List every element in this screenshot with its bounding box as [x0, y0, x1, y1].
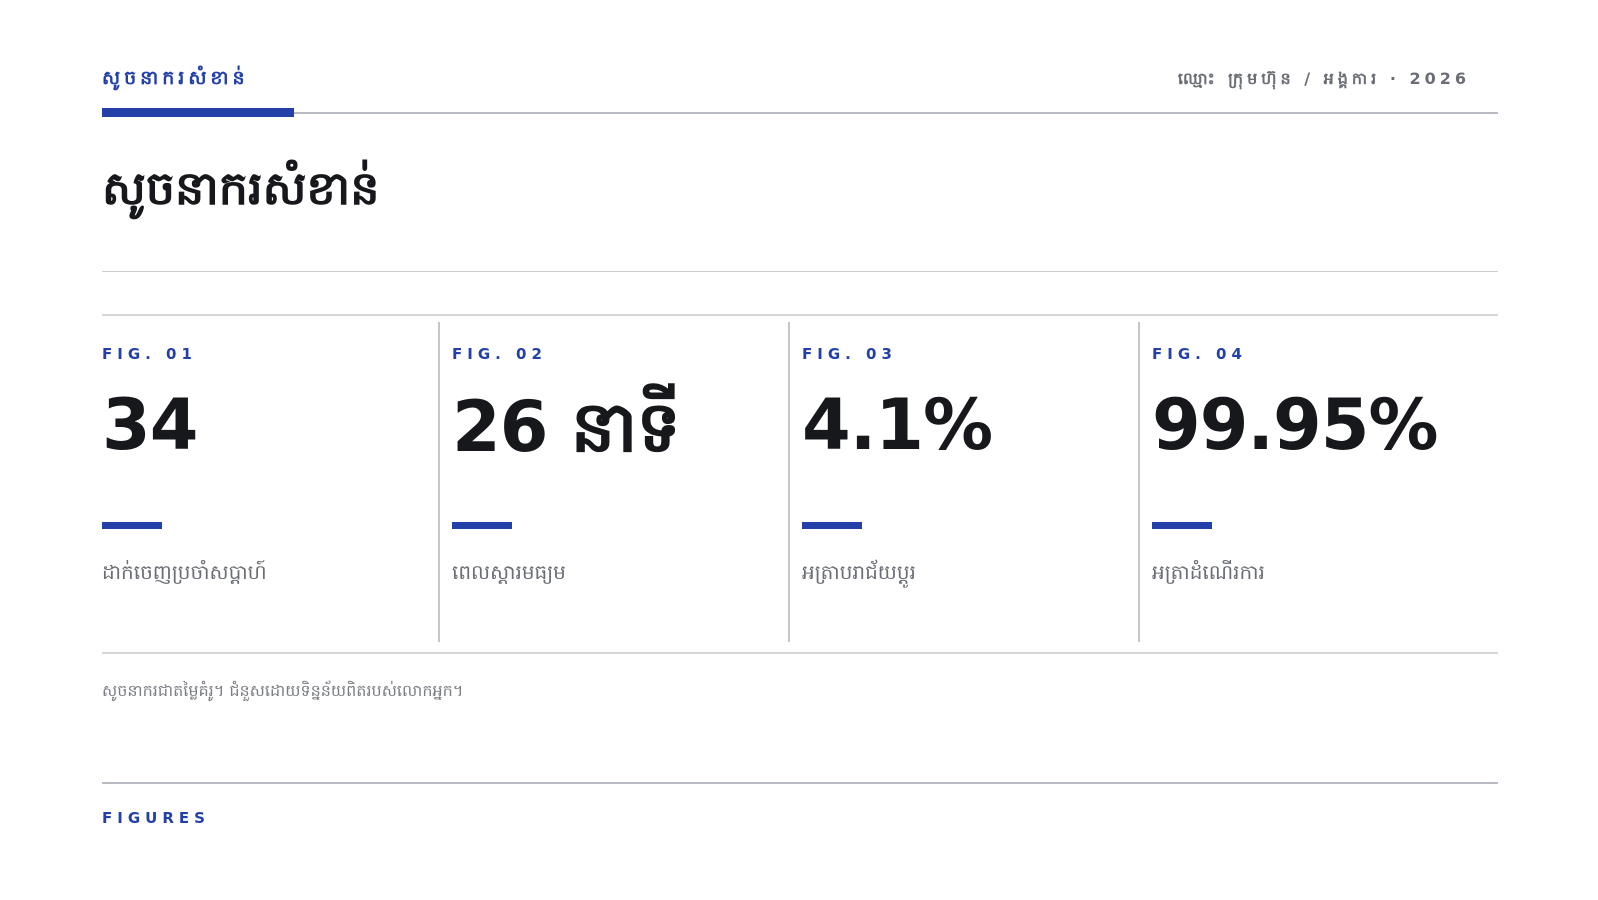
stat-value: 34 [102, 384, 198, 466]
stat-accent-bar [102, 522, 162, 529]
header-meta: ឈ្មោះ ក្រុមហ៊ុន / អង្គការ · 2026 [1177, 69, 1470, 88]
stat-label: FIG. 02 [452, 345, 547, 363]
stat-value: 99.95% [1152, 384, 1439, 466]
stat-card-4: FIG. 04 99.95% អត្រាដំណើរការ [1138, 322, 1498, 642]
header-accent-bar [102, 108, 294, 117]
section-label: សូចនាករសំខាន់ [102, 67, 249, 89]
footer-divider [102, 782, 1498, 784]
stat-card-2: FIG. 02 26 នាទី ពេលស្តារមធ្យម [438, 322, 788, 642]
stat-label: FIG. 03 [802, 345, 897, 363]
stat-caption: ដាក់ចេញប្រចាំសប្តាហ៍ [102, 560, 267, 584]
stat-accent-bar [452, 522, 512, 529]
stat-caption: ពេលស្តារមធ្យម [452, 560, 566, 584]
stat-accent-bar [1152, 522, 1212, 529]
stats-grid: FIG. 01 34 ដាក់ចេញប្រចាំសប្តាហ៍ FIG. 02 … [102, 322, 1498, 642]
stat-card-3: FIG. 03 4.1% អត្រាបរាជ័យប្តូរ [788, 322, 1138, 642]
stat-caption: អត្រាបរាជ័យប្តូរ [802, 560, 916, 584]
footnote: សូចនាករជាតម្លៃគំរូ។ ជំនួសដោយទិន្នន័យពិតរ… [102, 681, 464, 700]
stat-card-1: FIG. 01 34 ដាក់ចេញប្រចាំសប្តាហ៍ [102, 322, 430, 642]
stat-caption: អត្រាដំណើរការ [1152, 560, 1265, 584]
stats-top-divider [102, 314, 1498, 316]
stats-bottom-divider [102, 652, 1498, 654]
stat-label: FIG. 04 [1152, 345, 1247, 363]
title-divider [102, 271, 1498, 272]
stat-label: FIG. 01 [102, 345, 197, 363]
stat-value: 4.1% [802, 384, 993, 466]
stat-accent-bar [802, 522, 862, 529]
stat-value: 26 នាទី [452, 386, 681, 468]
page-title: សូចនាករសំខាន់ [102, 161, 380, 215]
header-divider [102, 112, 1498, 114]
footer-label: FIGURES [102, 809, 210, 827]
